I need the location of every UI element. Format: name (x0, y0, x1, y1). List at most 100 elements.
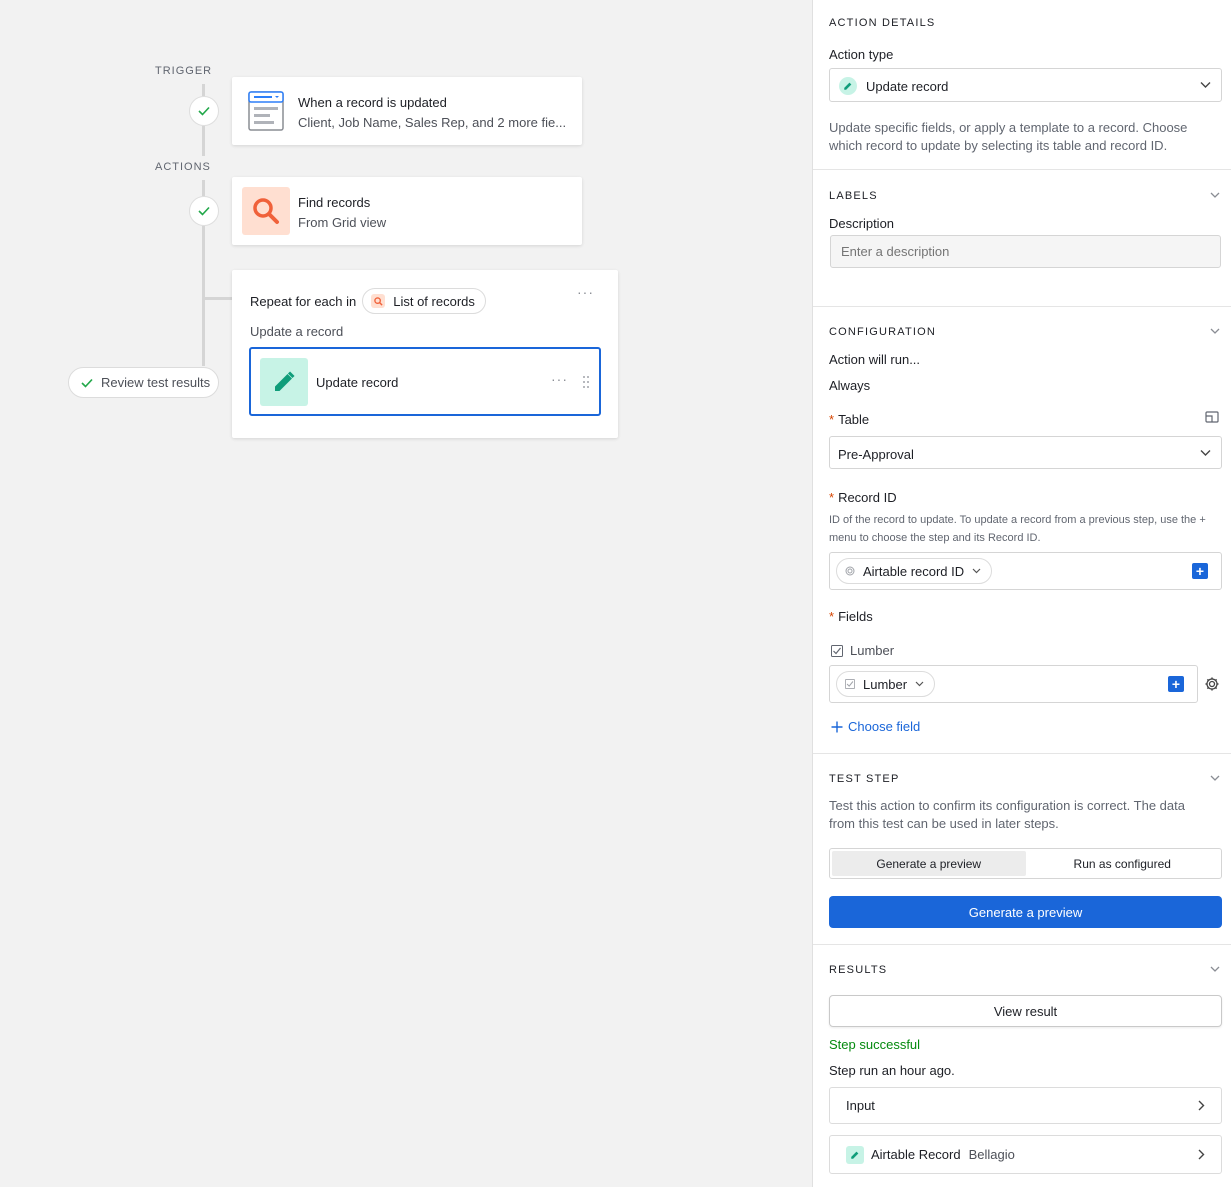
required-marker: * (829, 412, 835, 427)
record-id-label: * Record ID (829, 490, 897, 505)
list-of-records-pill[interactable]: List of records (362, 288, 486, 314)
update-record-card[interactable]: Update record ··· (249, 347, 601, 416)
review-test-results-label: Review test results (101, 375, 211, 390)
chevron-down-icon (1200, 450, 1211, 456)
search-icon (371, 294, 386, 308)
trigger-card-title: When a record is updated (298, 95, 447, 110)
automation-canvas: TRIGGER ACTIONS When a record is updated… (0, 0, 812, 1187)
action-type-value: Update record (866, 79, 949, 94)
record-id-field[interactable]: Airtable record ID + (829, 552, 1222, 590)
repeat-prefix: Repeat for each in (250, 293, 357, 309)
chevron-right-icon (1198, 1149, 1205, 1160)
record-id-help: ID of the record to update. To update a … (829, 514, 1206, 544)
connector-line (202, 84, 205, 96)
trigger-check-icon (189, 96, 219, 126)
plus-icon (831, 721, 843, 732)
test-step-description: Test this action to confirm its configur… (829, 798, 1185, 831)
airtable-record-value: Bellagio (968, 1147, 1015, 1162)
chevron-right-icon (1198, 1100, 1205, 1111)
drag-handle-icon[interactable] (582, 375, 590, 392)
view-result-button[interactable]: View result (829, 995, 1222, 1027)
generate-preview-button[interactable]: Generate a preview (829, 896, 1222, 928)
tab-generate-preview[interactable]: Generate a preview (832, 851, 1026, 876)
airtable-record-row[interactable]: Airtable Record Bellagio (829, 1135, 1222, 1174)
trigger-card[interactable]: When a record is updated Client, Job Nam… (232, 77, 582, 145)
chevron-down-icon (1200, 82, 1211, 88)
action-details-title: ACTION DETAILS (829, 17, 936, 29)
labels-section: LABELS Description (813, 170, 1231, 307)
chevron-down-icon (972, 568, 981, 574)
lumber-pill-label: Lumber (863, 676, 908, 692)
test-mode-toggle: Generate a preview Run as configured (829, 848, 1222, 879)
actions-section-label: ACTIONS (155, 161, 211, 173)
table-select[interactable]: Pre-Approval (829, 436, 1222, 469)
action-type-select[interactable]: Update record (829, 68, 1222, 102)
pencil-icon (260, 358, 308, 406)
table-link-icon[interactable] (1205, 411, 1219, 423)
step-status: Step successful (829, 1037, 921, 1052)
pencil-icon (846, 1145, 864, 1164)
find-check-icon (189, 196, 219, 226)
fingerprint-icon (845, 566, 855, 576)
search-icon (242, 187, 290, 235)
repeat-subtitle: Update a record (250, 324, 344, 339)
input-row-label: Input (846, 1098, 875, 1113)
table-label: * Table (829, 412, 870, 427)
chevron-down-icon[interactable] (1210, 773, 1220, 783)
connector-line (202, 226, 205, 366)
action-run-value[interactable]: Always (829, 378, 870, 393)
repeat-group-card[interactable]: Repeat for each in List of records ··· U… (232, 270, 618, 438)
description-label: Description (829, 216, 895, 231)
trigger-section-label: TRIGGER (155, 65, 213, 77)
chevron-down-icon[interactable] (1210, 326, 1220, 336)
connector-line (203, 297, 233, 300)
labels-title: LABELS (829, 190, 878, 202)
choose-field-label: Choose field (848, 719, 921, 734)
description-input[interactable] (830, 235, 1221, 268)
test-step-title: TEST STEP (829, 773, 900, 785)
airtable-record-id-label: Airtable record ID (863, 563, 965, 579)
chevron-down-icon[interactable] (1210, 190, 1220, 200)
repeat-group-header: Repeat for each in List of records (250, 288, 486, 314)
fields-label: * Fields (829, 609, 873, 624)
airtable-record-id-pill[interactable]: Airtable record ID (836, 558, 993, 584)
checkbox-icon (831, 644, 843, 657)
choose-field-button[interactable]: Choose field (831, 719, 920, 734)
configuration-title: CONFIGURATION (829, 326, 937, 338)
review-test-results-button[interactable]: Review test results (68, 367, 219, 398)
table-value: Pre-Approval (838, 447, 914, 462)
input-row[interactable]: Input (829, 1087, 1222, 1124)
update-record-more-icon[interactable]: ··· (551, 371, 568, 387)
connector-line (202, 126, 205, 156)
repeat-more-icon[interactable]: ··· (577, 284, 594, 300)
chevron-down-icon (915, 681, 924, 687)
record-form-icon (242, 87, 290, 135)
action-details-section: ACTION DETAILS Action type Update record… (813, 0, 1231, 170)
gear-icon[interactable] (1204, 676, 1220, 692)
action-type-description: Update specific fields, or apply a templ… (829, 120, 1188, 153)
results-title: RESULTS (829, 964, 888, 976)
add-token-button[interactable]: + (1192, 563, 1208, 579)
chevron-down-icon[interactable] (1210, 964, 1220, 974)
configuration-section: CONFIGURATION Action will run... Always … (813, 307, 1231, 754)
find-records-subtitle: From Grid view (298, 215, 387, 230)
checkbox-icon (845, 679, 855, 689)
airtable-record-label: Airtable Record (871, 1147, 961, 1162)
find-records-title: Find records (298, 195, 371, 210)
check-icon (81, 378, 93, 388)
connector-line (202, 180, 205, 196)
tab-run-as-configured[interactable]: Run as configured (1026, 851, 1220, 876)
pencil-icon (839, 77, 857, 95)
action-details-panel: ACTION DETAILS Action type Update record… (812, 0, 1231, 1187)
lumber-value-field[interactable]: Lumber + (829, 665, 1198, 703)
find-records-card[interactable]: Find records From Grid view (232, 177, 582, 245)
add-token-button[interactable]: + (1168, 676, 1184, 692)
lumber-field-name: Lumber (850, 643, 895, 658)
trigger-card-subtitle: Client, Job Name, Sales Rep, and 2 more … (298, 115, 567, 130)
lumber-field-row: Lumber (831, 643, 894, 658)
lumber-pill[interactable]: Lumber (836, 671, 936, 697)
update-record-title: Update record (316, 375, 399, 390)
action-run-label: Action will run... (829, 352, 921, 367)
step-run-time: Step run an hour ago. (829, 1063, 955, 1078)
action-type-label: Action type (829, 47, 894, 62)
